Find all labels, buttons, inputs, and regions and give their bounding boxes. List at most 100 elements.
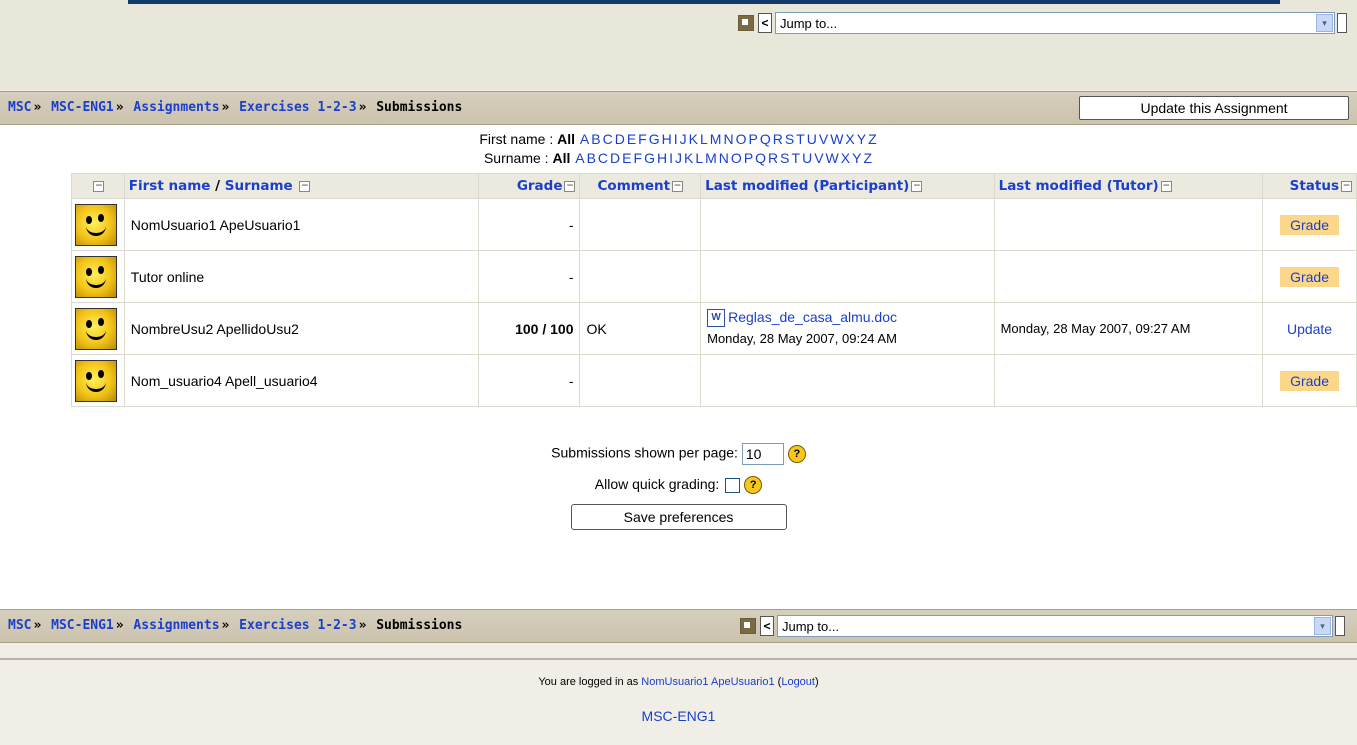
breadcrumb-link[interactable]: Assignments xyxy=(133,100,219,115)
chevron-down-icon[interactable]: ▾ xyxy=(1316,14,1333,32)
filter-letter-link[interactable]: H xyxy=(657,150,667,166)
filter-letter-link[interactable]: J xyxy=(675,150,682,166)
filter-letter-link[interactable]: Y xyxy=(857,131,866,147)
next-activity-button[interactable] xyxy=(1337,13,1347,33)
filter-letter-link[interactable]: A xyxy=(575,150,584,166)
collapse-icon[interactable]: − xyxy=(1160,180,1172,192)
filter-letter-link[interactable]: X xyxy=(845,131,854,147)
avatar[interactable] xyxy=(75,359,117,402)
participant-name[interactable]: NombreUsu2 ApellidoUsu2 xyxy=(131,321,299,337)
filter-letter-link[interactable]: X xyxy=(841,150,850,166)
grade-button[interactable]: Grade xyxy=(1280,214,1339,235)
submitted-file-link[interactable]: Reglas_de_casa_almu.doc xyxy=(728,309,897,325)
filter-letter-link[interactable]: I xyxy=(669,150,673,166)
collapse-icon[interactable]: − xyxy=(672,180,684,192)
breadcrumb-link[interactable]: Exercises 1-2-3 xyxy=(239,100,356,115)
sort-first-name-link[interactable]: First name xyxy=(129,178,211,194)
filter-letter-link[interactable]: M xyxy=(705,150,717,166)
filter-letter-link[interactable]: Z xyxy=(868,131,877,147)
update-button[interactable]: Update xyxy=(1287,321,1332,337)
help-icon[interactable]: ? xyxy=(787,445,806,463)
breadcrumb-link[interactable]: Assignments xyxy=(133,618,219,633)
filter-letter-link[interactable]: D xyxy=(615,131,625,147)
filter-letter-link[interactable]: K xyxy=(689,131,698,147)
per-page-input[interactable]: 10 xyxy=(741,443,784,465)
filter-letter-link[interactable]: I xyxy=(674,131,678,147)
participant-name[interactable]: Tutor online xyxy=(131,269,204,285)
filter-letter-link[interactable]: N xyxy=(719,150,729,166)
breadcrumb-link[interactable]: MSC-ENG1 xyxy=(51,100,114,115)
filter-letter-link[interactable]: L xyxy=(700,131,708,147)
collapse-icon[interactable]: − xyxy=(1341,180,1352,192)
avatar[interactable] xyxy=(75,255,117,298)
filter-letter-link[interactable]: D xyxy=(610,150,620,166)
quick-grading-checkbox[interactable] xyxy=(725,477,741,493)
filter-letter-link[interactable]: J xyxy=(680,131,687,147)
filter-letter-link[interactable]: B xyxy=(587,150,596,166)
filter-letter-link[interactable]: B xyxy=(591,131,600,147)
collapse-icon[interactable]: − xyxy=(911,180,923,192)
user-profile-link[interactable]: NomUsuario1 ApeUsuario1 xyxy=(641,676,774,688)
avatar[interactable] xyxy=(75,203,117,246)
filter-letter-link[interactable]: F xyxy=(634,150,643,166)
collapse-icon[interactable]: − xyxy=(299,180,311,192)
jump-to-select[interactable]: Jump to... ▾ xyxy=(775,12,1335,34)
filter-letter-link[interactable]: S xyxy=(785,131,794,147)
logout-link[interactable]: Logout xyxy=(781,676,815,688)
avatar[interactable] xyxy=(75,307,117,350)
grade-button[interactable]: Grade xyxy=(1280,266,1339,287)
filter-letter-link[interactable]: W xyxy=(830,131,843,147)
breadcrumb-link[interactable]: Exercises 1-2-3 xyxy=(239,618,356,633)
sort-grade-link[interactable]: Grade xyxy=(517,178,563,194)
filter-letter-link[interactable]: W xyxy=(826,150,839,166)
filter-letter-link[interactable]: M xyxy=(710,131,722,147)
filter-letter-link[interactable]: T xyxy=(796,131,805,147)
previous-activity-button[interactable]: < xyxy=(758,13,772,33)
filter-letter-link[interactable]: Z xyxy=(863,150,872,166)
filter-letter-link[interactable]: O xyxy=(736,131,747,147)
filter-letter-link[interactable]: R xyxy=(773,131,783,147)
breadcrumb-link[interactable]: MSC xyxy=(8,100,31,115)
save-preferences-button[interactable]: Save preferences xyxy=(570,504,787,530)
filter-letter-link[interactable]: E xyxy=(627,131,636,147)
filter-letter-link[interactable]: N xyxy=(723,131,733,147)
sort-status-link[interactable]: Status xyxy=(1290,178,1339,194)
next-activity-button[interactable] xyxy=(1335,616,1345,636)
filter-letter-link[interactable]: C xyxy=(603,131,613,147)
collapse-icon[interactable]: − xyxy=(564,180,576,192)
filter-letter-link[interactable]: Q xyxy=(755,150,766,166)
filter-letter-link[interactable]: P xyxy=(744,150,753,166)
filter-letter-link[interactable]: O xyxy=(731,150,742,166)
sort-participant-modified-link[interactable]: Last modified (Participant) xyxy=(705,178,909,194)
previous-activity-button[interactable]: < xyxy=(760,616,774,636)
filter-letter-link[interactable]: G xyxy=(649,131,660,147)
filter-letter-link[interactable]: S xyxy=(780,150,789,166)
filter-letter-link[interactable]: V xyxy=(814,150,823,166)
breadcrumb-link[interactable]: MSC xyxy=(8,618,31,633)
filter-letter-link[interactable]: F xyxy=(638,131,647,147)
navigation-icon[interactable] xyxy=(740,618,756,634)
filter-letter-link[interactable]: L xyxy=(695,150,703,166)
sort-comment-link[interactable]: Comment xyxy=(598,178,671,194)
sort-surname-link[interactable]: Surname xyxy=(225,178,293,194)
filter-letter-link[interactable]: Y xyxy=(852,150,861,166)
participant-name[interactable]: NomUsuario1 ApeUsuario1 xyxy=(131,217,301,233)
filter-letter-link[interactable]: T xyxy=(792,150,801,166)
collapse-icon[interactable]: − xyxy=(93,180,105,192)
chevron-down-icon[interactable]: ▾ xyxy=(1314,617,1331,635)
filter-letter-link[interactable]: H xyxy=(662,131,672,147)
jump-to-select[interactable]: Jump to... ▾ xyxy=(777,615,1333,637)
navigation-icon[interactable] xyxy=(738,15,754,31)
course-home-link[interactable]: MSC-ENG1 xyxy=(642,708,716,724)
sort-tutor-modified-link[interactable]: Last modified (Tutor) xyxy=(999,178,1159,194)
filter-letter-link[interactable]: G xyxy=(644,150,655,166)
update-assignment-button[interactable]: Update this Assignment xyxy=(1079,96,1349,120)
help-icon[interactable]: ? xyxy=(744,476,763,495)
filter-letter-link[interactable]: U xyxy=(802,150,812,166)
filter-letter-link[interactable]: U xyxy=(807,131,817,147)
filter-letter-link[interactable]: A xyxy=(580,131,589,147)
filter-letter-link[interactable]: Q xyxy=(760,131,771,147)
filter-letter-link[interactable]: C xyxy=(598,150,608,166)
filter-letter-link[interactable]: V xyxy=(819,131,828,147)
filter-letter-link[interactable]: R xyxy=(768,150,778,166)
